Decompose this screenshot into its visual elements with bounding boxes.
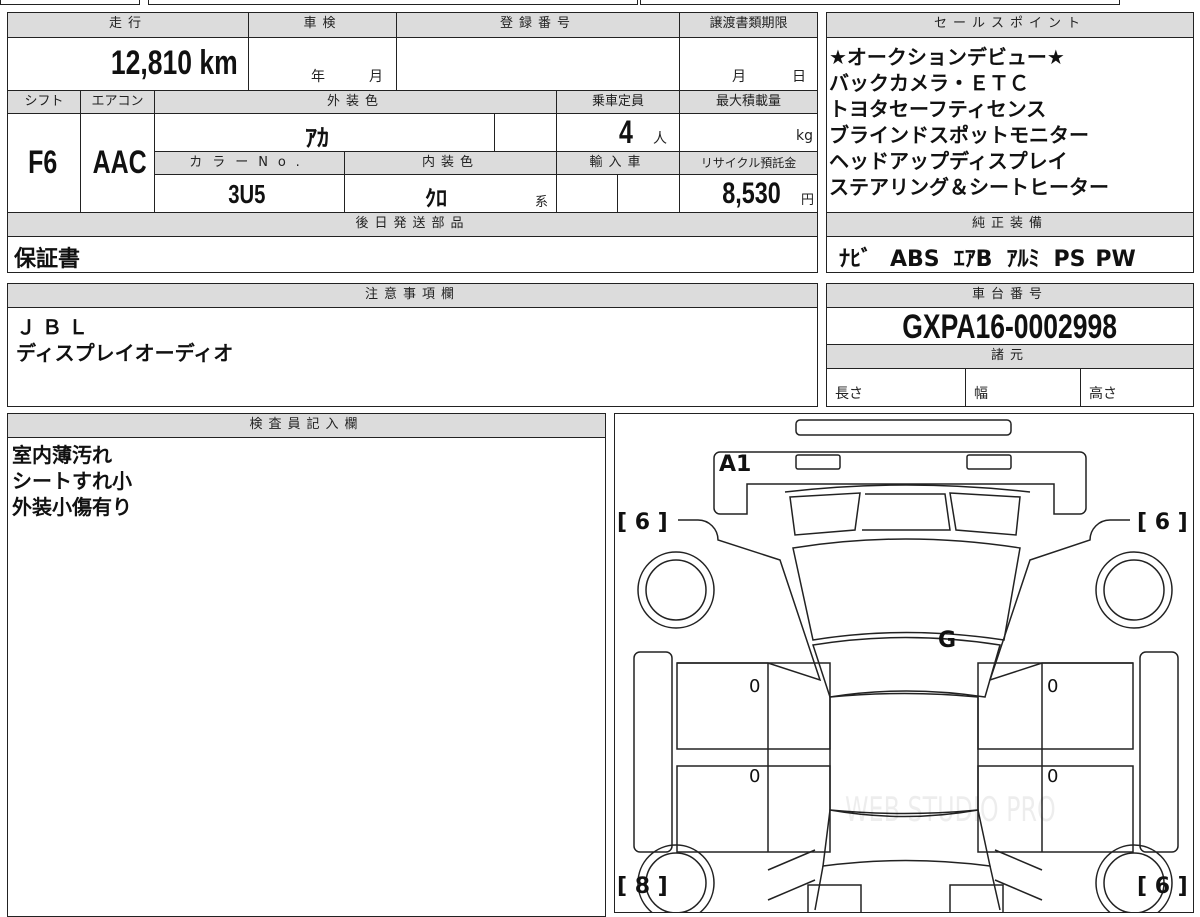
height-label: 高さ [1089, 386, 1117, 402]
exterior-color-header: 外装色 [154, 90, 557, 114]
registration-cell [396, 37, 680, 91]
aircon-header: エアコン [80, 90, 155, 114]
equipment-item: ｱﾙﾐ [1006, 247, 1040, 272]
sales-points-list: ★オークションデビュー★ バックカメラ・ＥＴＣ トヨタセーフティセンス ブライン… [826, 37, 1194, 213]
mark-door-rl: 0 [749, 766, 761, 787]
mark-door-rr: 0 [1047, 766, 1059, 787]
shift-value: F6 [28, 144, 58, 180]
capacity-unit: 人 [653, 131, 667, 147]
top-partial-box [0, 0, 140, 5]
sales-point: バックカメラ・ＥＴＣ [829, 71, 1029, 95]
capacity-cell: 4 人 [556, 113, 680, 152]
mileage-cell: 12,810 km [7, 37, 249, 91]
interior-suffix: 系 [535, 195, 549, 210]
day-unit: 日 [792, 69, 806, 85]
equipment-item: ABS [890, 247, 940, 272]
sales-points-header: セールスポイント [826, 12, 1194, 38]
mark-door-fr: 0 [1047, 676, 1059, 697]
inspector-line: 外装小傷有り [12, 495, 132, 519]
recycle-cell: 8,530 円 [679, 174, 818, 213]
mileage-header: 走行 [7, 12, 249, 38]
inspector-line: シートすれ小 [12, 469, 132, 493]
year-unit: 年 [311, 69, 325, 85]
car-outline [632, 418, 1179, 913]
import-cell-2 [617, 174, 680, 213]
interior-color-header: 内装色 [344, 151, 557, 175]
month-unit: 月 [369, 69, 383, 85]
max-load-cell: kg [679, 113, 818, 152]
equipment-header: 純正装備 [826, 212, 1194, 237]
interior-color-value: ｸﾛ [425, 187, 448, 212]
width-cell: 幅 [965, 368, 1081, 407]
height-cell: 高さ [1080, 368, 1194, 407]
capacity-header: 乗車定員 [556, 90, 680, 114]
inspector-line: 室内薄汚れ [12, 443, 112, 467]
inspection-cell: 年 月 [248, 37, 397, 91]
tread-front-left: [ 6 ] [617, 510, 668, 535]
equipment-item: PS [1053, 247, 1086, 272]
month-unit: 月 [732, 69, 746, 85]
mark-front-a1: A1 [719, 452, 752, 477]
capacity-value: 4 [618, 114, 633, 150]
aircon-cell: AAC [80, 113, 155, 213]
inspector-header: 検査員記入欄 [7, 413, 606, 438]
width-label: 幅 [974, 386, 988, 402]
exterior-color-extra-cell [494, 113, 557, 152]
mark-door-fl: 0 [749, 676, 761, 697]
color-no-cell: 3U5 [154, 174, 345, 213]
length-label: 長さ [835, 386, 863, 402]
color-no-value: 3U5 [228, 179, 266, 209]
equipment-item: ｴｱB [953, 247, 993, 272]
sales-point: ステアリング＆シートヒーター [829, 175, 1109, 199]
recycle-fee-value: 8,530 [722, 177, 781, 210]
exterior-color-value: ｱｶ [305, 124, 329, 152]
sales-point: ブラインドスポットモニター [829, 123, 1089, 147]
inspector-cell: 室内薄汚れ シートすれ小 外装小傷有り [7, 437, 606, 917]
note-line: ＪＢＬ [16, 315, 94, 339]
watermark: WEB STUDIO PRO [845, 790, 1056, 830]
length-cell: 長さ [826, 368, 966, 407]
notes-cell: ＪＢＬ ディスプレイオーディオ [7, 307, 818, 407]
aircon-value: AAC [92, 144, 147, 180]
equipment-item: PW [1095, 247, 1136, 272]
shift-cell: F6 [7, 113, 81, 213]
spec-header: 諸元 [826, 344, 1194, 369]
later-parts-cell: 保証書 [7, 236, 818, 273]
tread-front-right: [ 6 ] [1137, 510, 1188, 535]
max-load-header: 最大積載量 [679, 90, 818, 114]
damage-diagram: A1 G 0 0 0 0 [ 6 ] [ 6 ] [ 8 ] [ 6 ] WEB… [614, 413, 1194, 913]
tread-rear-left: [ 8 ] [617, 874, 668, 899]
tread-rear-right: [ 6 ] [1137, 874, 1188, 899]
chassis-number: GXPA16-0002998 [902, 308, 1118, 346]
notes-header: 注意事項欄 [7, 283, 818, 308]
later-parts-value: 保証書 [14, 247, 81, 272]
sales-point: トヨタセーフティセンス [829, 97, 1047, 121]
note-line: ディスプレイオーディオ [16, 341, 234, 365]
mark-windshield-g: G [938, 628, 957, 653]
import-cell-1 [556, 174, 618, 213]
transfer-deadline-header: 譲渡書類期限 [679, 12, 818, 38]
registration-header: 登録番号 [396, 12, 680, 38]
later-parts-header: 後日発送部品 [7, 212, 818, 237]
interior-color-cell: ｸﾛ 系 [344, 174, 557, 213]
top-partial-box [640, 0, 1120, 5]
max-load-unit: kg [796, 128, 813, 144]
equipment-cell: ﾅﾋﾞ ABS ｴｱB ｱﾙﾐ PS PW [826, 236, 1194, 273]
transfer-deadline-cell: 月 日 [679, 37, 818, 91]
equipment-item: ﾅﾋﾞ [839, 247, 873, 272]
import-header: 輸入車 [556, 151, 680, 175]
top-partial-box [148, 0, 638, 5]
sales-point: ヘッドアップディスプレイ [829, 149, 1068, 173]
exterior-color-cell: ｱｶ [154, 113, 495, 152]
chassis-cell: GXPA16-0002998 [826, 307, 1194, 346]
recycle-unit: 円 [800, 193, 814, 208]
color-no-header: カラーNo. [154, 151, 345, 175]
inspection-header: 車検 [248, 12, 397, 38]
chassis-header: 車台番号 [826, 283, 1194, 308]
shift-header: シフト [7, 90, 81, 114]
mileage-value: 12,810 km [111, 44, 239, 82]
sales-point: ★オークションデビュー★ [829, 45, 1065, 69]
recycle-header: リサイクル預託金 [679, 151, 818, 175]
